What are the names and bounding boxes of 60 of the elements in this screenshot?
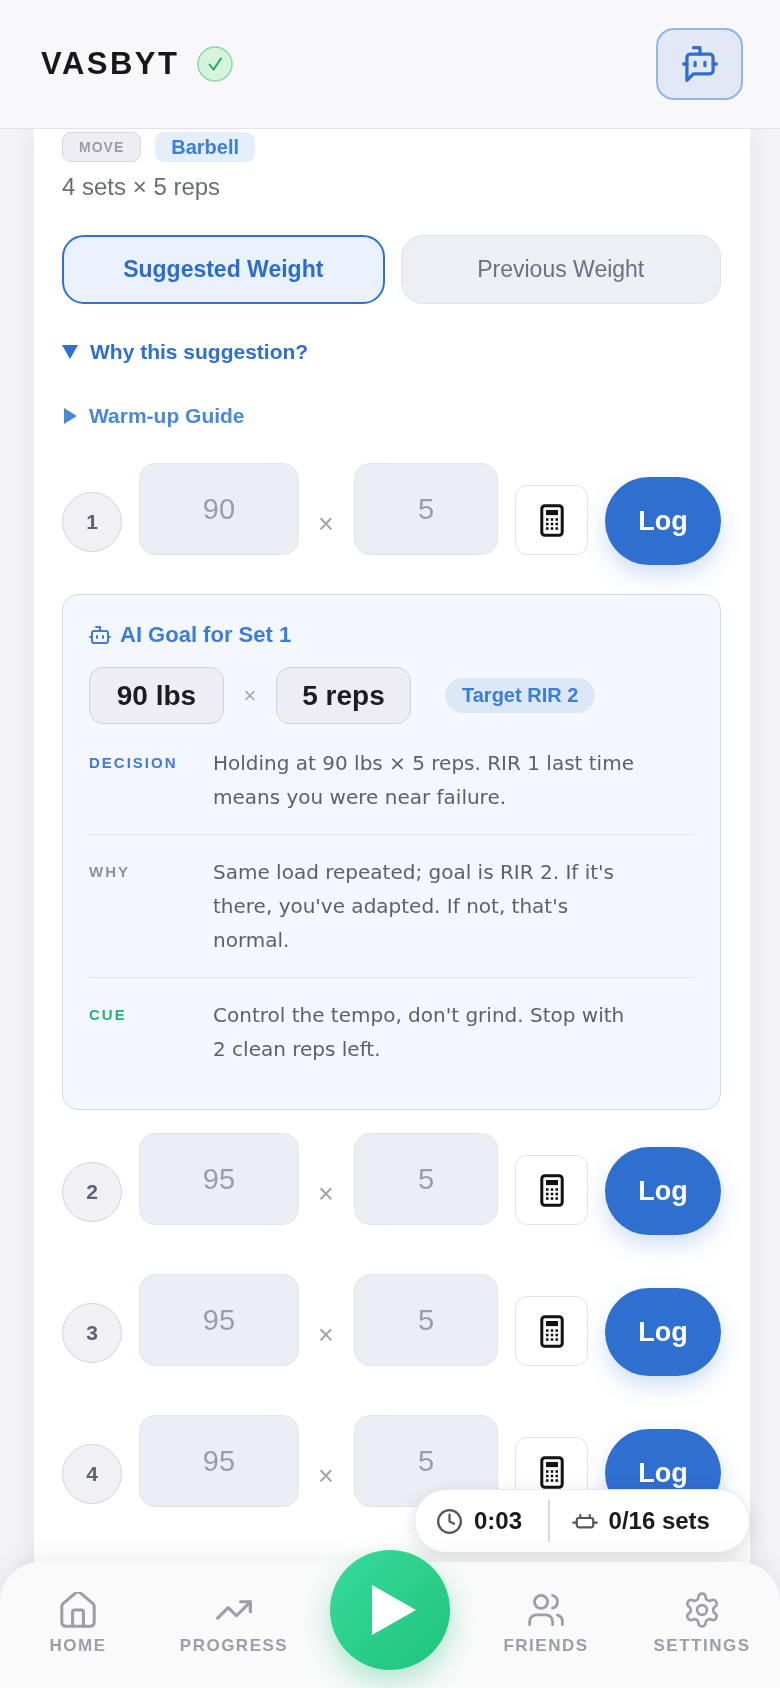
weight-input[interactable]: 95 bbox=[139, 1274, 299, 1366]
weight-option-tab[interactable]: Previous Weight bbox=[400, 235, 721, 304]
calculator-icon bbox=[539, 1314, 564, 1348]
set-number: 4 bbox=[62, 1444, 122, 1504]
set-number: 2 bbox=[62, 1162, 122, 1222]
note-text: Holding at 90 lbs × 5 reps. RIR 1 last time means you were near failure. bbox=[213, 750, 635, 811]
weight-option-tab[interactable]: Suggested Weight bbox=[62, 235, 385, 304]
reps-input[interactable]: 5 bbox=[354, 1274, 498, 1366]
note-label: CUE bbox=[89, 1005, 128, 1025]
robot-icon bbox=[89, 626, 111, 644]
nav-tab[interactable]: FRIENDS bbox=[503, 1592, 589, 1656]
assistant-button[interactable] bbox=[656, 28, 743, 100]
weight-input[interactable]: 90 bbox=[139, 463, 299, 555]
log-button[interactable]: Log bbox=[605, 1288, 721, 1376]
category-tag: MOVE bbox=[62, 132, 142, 162]
check-icon bbox=[197, 46, 234, 82]
log-button[interactable]: Log bbox=[605, 1147, 721, 1235]
dumbbell-icon bbox=[571, 1512, 598, 1530]
disclosure-link[interactable]: Why this suggestion? bbox=[62, 338, 309, 366]
app-logo: VASBYT bbox=[41, 46, 180, 82]
multiply-sign: × bbox=[317, 1320, 335, 1350]
multiply-sign: × bbox=[317, 1179, 335, 1209]
multiply-sign: × bbox=[317, 509, 335, 539]
reps-input[interactable]: 5 bbox=[354, 463, 498, 555]
goal-weight-value: 90 lbs bbox=[89, 667, 224, 724]
timer-text: 0:03 bbox=[474, 1507, 523, 1535]
settings-icon bbox=[684, 1592, 720, 1628]
goal-reps-value: 5 reps bbox=[276, 667, 411, 724]
note-label: DECISION bbox=[89, 753, 179, 773]
calculator-icon bbox=[539, 1455, 564, 1489]
nav-tab[interactable]: PROGRESS bbox=[179, 1592, 289, 1656]
reps-input[interactable]: 5 bbox=[354, 1415, 498, 1507]
calculator-icon bbox=[539, 1173, 564, 1207]
note-text: Control the tempo, don't grind. Stop with 2 clean reps left. bbox=[213, 1002, 626, 1063]
multiply-sign: × bbox=[243, 682, 257, 709]
calculator-icon bbox=[539, 503, 564, 537]
note-text: Same load repeated; goal is RIR 2. If it's there, you've adapted. If not, that's normal. bbox=[213, 859, 615, 954]
reps-input[interactable]: 5 bbox=[354, 1133, 498, 1225]
goal-title: AI Goal for Set 1 bbox=[120, 621, 292, 649]
log-button[interactable]: Log bbox=[605, 477, 721, 565]
robot-icon bbox=[681, 46, 718, 82]
home-icon bbox=[60, 1592, 96, 1628]
calculator-button[interactable] bbox=[515, 1296, 588, 1366]
nav-tab[interactable]: HOME bbox=[49, 1592, 107, 1656]
weight-input[interactable]: 95 bbox=[139, 1415, 299, 1507]
people-icon bbox=[528, 1592, 564, 1628]
set-scheme-text: 4 sets × 5 reps bbox=[62, 172, 221, 202]
set-number: 3 bbox=[62, 1303, 122, 1363]
clock-icon bbox=[437, 1508, 462, 1534]
set-number: 1 bbox=[62, 492, 122, 552]
note-label: WHY bbox=[89, 862, 131, 882]
play-icon bbox=[372, 1585, 416, 1635]
nav-tab[interactable]: SETTINGS bbox=[653, 1592, 751, 1656]
multiply-sign: × bbox=[317, 1461, 335, 1491]
calculator-button[interactable] bbox=[515, 1155, 588, 1225]
target-rir-badge: Target RIR 2 bbox=[445, 678, 596, 713]
equipment-tag: Barbell bbox=[155, 132, 256, 162]
weight-input[interactable]: 95 bbox=[139, 1133, 299, 1225]
calculator-button[interactable] bbox=[515, 485, 588, 555]
disclosure-link[interactable]: Warm-up Guide bbox=[62, 402, 245, 430]
